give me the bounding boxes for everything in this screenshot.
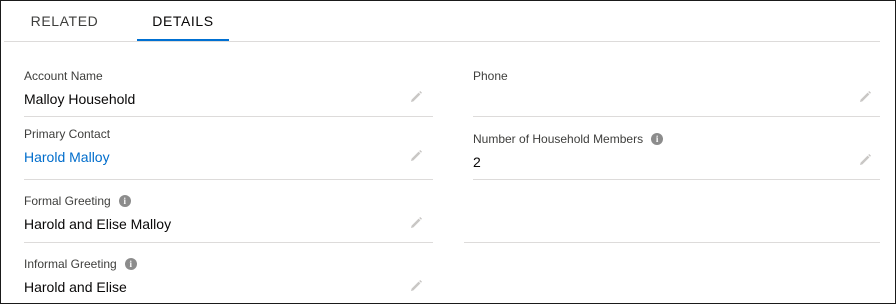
field-value: Harold and Elise bbox=[24, 279, 127, 295]
tab-related[interactable]: RELATED bbox=[11, 1, 118, 42]
field-label: Formal Greeting i bbox=[24, 194, 131, 208]
info-icon[interactable]: i bbox=[118, 195, 131, 207]
field-formal-greeting: Formal Greeting i Harold and Elise Malloy bbox=[24, 180, 433, 243]
tab-details-label: DETAILS bbox=[152, 13, 214, 29]
tab-related-label: RELATED bbox=[30, 13, 99, 29]
pencil-icon[interactable] bbox=[409, 149, 423, 163]
pencil-icon[interactable] bbox=[858, 153, 872, 167]
field-label: Account Name bbox=[24, 69, 103, 83]
pencil-icon[interactable] bbox=[858, 90, 872, 104]
tab-bar: RELATED DETAILS bbox=[1, 1, 895, 42]
tab-details[interactable]: DETAILS bbox=[137, 1, 229, 42]
field-account-name: Account Name Malloy Household bbox=[24, 64, 433, 117]
field-phone: Phone bbox=[473, 64, 880, 117]
pencil-icon[interactable] bbox=[409, 279, 423, 293]
field-label-text: Informal Greeting bbox=[24, 257, 117, 271]
pencil-icon[interactable] bbox=[409, 90, 423, 104]
field-label: Phone bbox=[473, 69, 508, 83]
info-icon[interactable]: i bbox=[651, 133, 664, 145]
field-empty-divider bbox=[464, 180, 880, 243]
info-icon[interactable]: i bbox=[124, 258, 137, 270]
field-primary-contact: Primary Contact Harold Malloy bbox=[24, 117, 433, 180]
field-label: Primary Contact bbox=[24, 127, 111, 141]
pencil-icon[interactable] bbox=[409, 216, 423, 230]
primary-contact-link[interactable]: Harold Malloy bbox=[24, 149, 110, 165]
field-label-text: Number of Household Members bbox=[473, 132, 644, 146]
field-label: Informal Greeting i bbox=[24, 257, 137, 271]
field-label: Number of Household Members i bbox=[473, 132, 664, 146]
field-value: Harold and Elise Malloy bbox=[24, 216, 172, 232]
field-value: Malloy Household bbox=[24, 91, 136, 107]
field-informal-greeting: Informal Greeting i Harold and Elise bbox=[24, 243, 433, 303]
tab-bar-divider bbox=[4, 41, 880, 42]
field-household-members: Number of Household Members i 2 bbox=[473, 117, 880, 180]
field-value: 2 bbox=[473, 154, 481, 170]
record-details-panel: RELATED DETAILS Account Name Malloy Hous… bbox=[0, 0, 896, 304]
field-label-text: Formal Greeting bbox=[24, 194, 111, 208]
